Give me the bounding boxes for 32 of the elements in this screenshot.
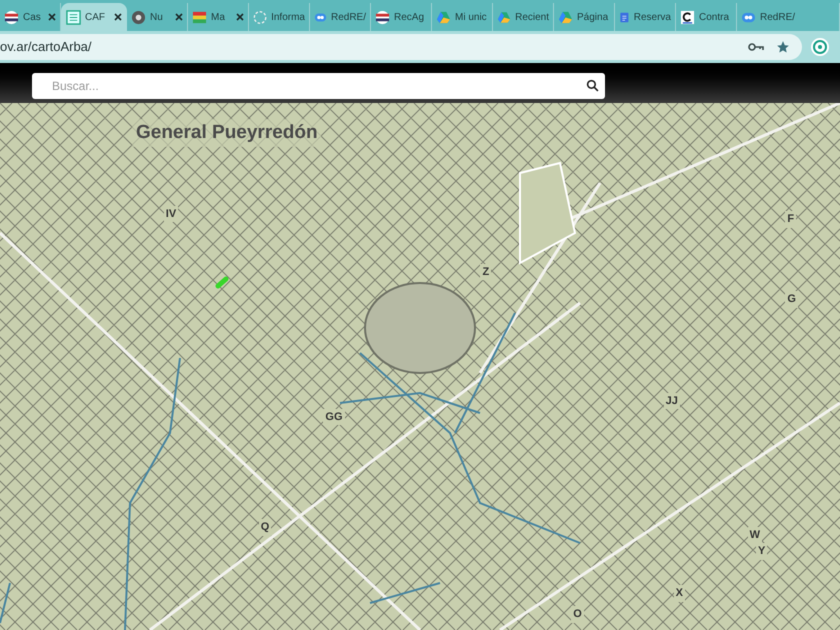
map-zone-label: Y — [756, 543, 768, 560]
map-zone-label: W — [748, 527, 762, 544]
map-zone-label: O — [571, 606, 584, 623]
star-icon[interactable] — [776, 40, 790, 54]
favicon-icon — [558, 10, 573, 24]
favicon-icon — [192, 10, 207, 24]
map-zone-label: Z — [480, 264, 492, 280]
favicon-icon — [66, 10, 81, 24]
address-bar[interactable]: ov.ar/cartoArba/ — [0, 34, 802, 60]
close-icon[interactable] — [175, 13, 183, 21]
favicon-icon — [497, 10, 512, 24]
favicon-icon — [4, 10, 19, 24]
favicon-icon — [375, 10, 390, 24]
extension-icon[interactable] — [810, 37, 830, 57]
url-text: ov.ar/cartoArba/ — [0, 38, 93, 56]
map-zone-label: Q — [258, 519, 272, 536]
search-icon[interactable] — [586, 79, 599, 92]
map-zone-label: G — [785, 291, 798, 308]
map-zone-label: X — [674, 585, 686, 602]
close-icon[interactable] — [236, 13, 244, 21]
favicon-icon — [131, 10, 146, 24]
search-field[interactable]: Buscar... — [32, 73, 605, 99]
favicon-icon — [680, 10, 695, 24]
map-zone-label: GG — [323, 408, 345, 426]
browser-tab[interactable]: CAF — [61, 3, 127, 31]
key-icon[interactable] — [748, 42, 764, 52]
close-icon[interactable] — [48, 13, 56, 21]
favicon-icon — [253, 10, 268, 24]
map-place-label: General Pueyrredón — [132, 118, 322, 148]
close-icon[interactable] — [114, 13, 122, 21]
favicon-icon — [436, 10, 451, 24]
map-zone-label: F — [785, 211, 796, 228]
